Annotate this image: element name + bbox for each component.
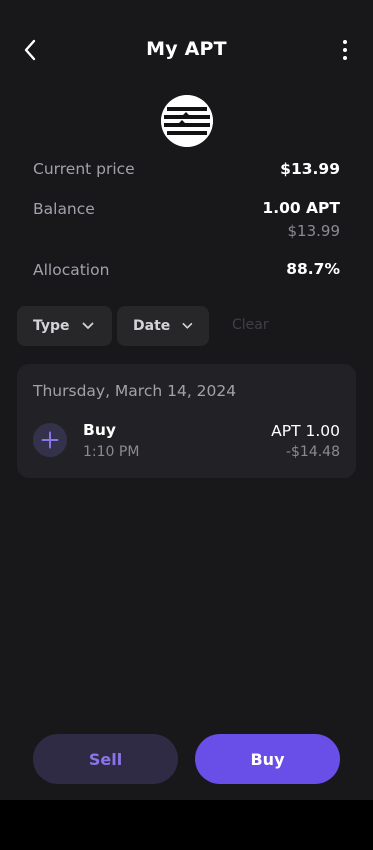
transaction-date-heading: Thursday, March 14, 2024 <box>33 382 237 400</box>
header: My APT <box>0 28 373 72</box>
type-filter-dropdown[interactable]: Type <box>17 306 112 346</box>
system-navigation-bar <box>0 800 373 850</box>
transaction-fiat-value: -$14.48 <box>285 444 340 460</box>
clear-filters-button[interactable]: Clear <box>232 317 269 333</box>
transaction-time: 1:10 PM <box>83 444 140 460</box>
buy-transaction-icon <box>33 423 67 457</box>
plus-icon <box>41 431 59 449</box>
more-options-button[interactable] <box>333 34 357 66</box>
balance-value: 1.00 APT <box>262 199 340 217</box>
transaction-group-card: Thursday, March 14, 2024 Buy 1:10 PM APT… <box>17 364 356 478</box>
allocation-value: 88.7% <box>286 260 340 278</box>
screen: My APT Current price $13.99 Balance 1.00… <box>0 0 373 800</box>
balance-label: Balance <box>33 200 95 218</box>
allocation-label: Allocation <box>33 261 110 279</box>
transaction-type: Buy <box>83 421 116 439</box>
current-price-label: Current price <box>33 160 135 178</box>
page-title: My APT <box>146 38 227 60</box>
transaction-amount: APT 1.00 <box>271 422 340 440</box>
buy-button[interactable]: Buy <box>195 734 340 784</box>
balance-fiat-value: $13.99 <box>287 222 341 240</box>
chevron-down-icon <box>82 322 93 329</box>
aptos-logo <box>161 95 213 147</box>
current-price-value: $13.99 <box>280 160 340 178</box>
type-filter-label: Type <box>33 318 70 334</box>
date-filter-dropdown[interactable]: Date <box>117 306 209 346</box>
more-vertical-icon <box>343 40 347 44</box>
date-filter-label: Date <box>133 318 171 334</box>
chevron-down-icon <box>182 322 193 329</box>
sell-button[interactable]: Sell <box>33 734 178 784</box>
